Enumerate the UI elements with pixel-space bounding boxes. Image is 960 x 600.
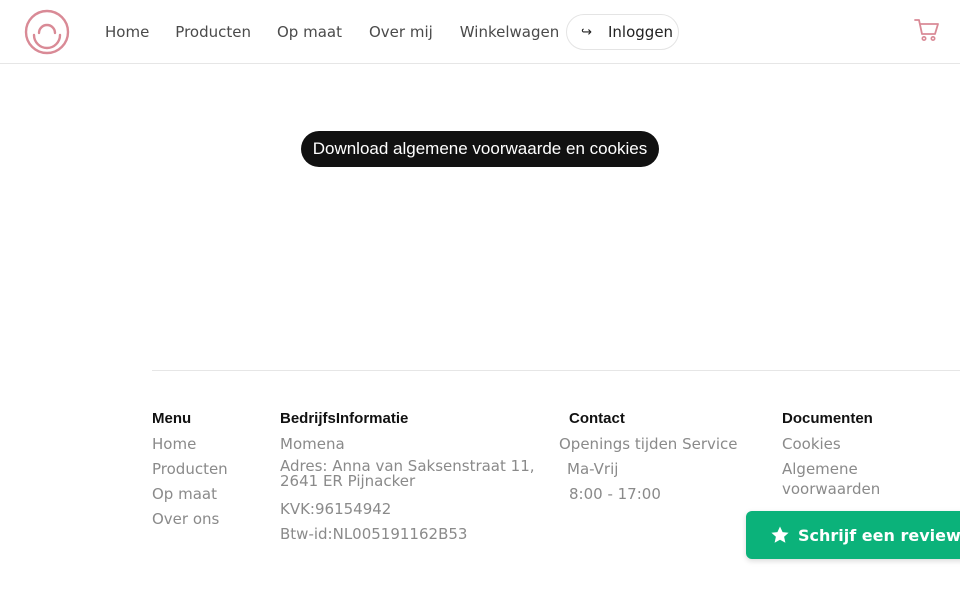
footer-link-cookies[interactable]: Cookies (782, 434, 960, 454)
logo-icon[interactable] (24, 9, 70, 55)
nav-op-maat[interactable]: Op maat (277, 22, 342, 42)
write-review-button[interactable]: Schrijf een review (746, 511, 960, 559)
footer-menu-title: Menu (152, 410, 192, 427)
contact-days: Ma-Vrij (567, 460, 619, 478)
nav-home[interactable]: Home (105, 22, 149, 42)
contact-hours-label: Openings tijden Service (559, 435, 738, 453)
company-btw: Btw-id:NL005191162B53 (280, 525, 468, 543)
login-button[interactable]: ↪ Inloggen (566, 14, 679, 50)
nav-winkelwagen[interactable]: Winkelwagen (460, 22, 559, 42)
main-nav: Home Producten Op maat Over mij Winkelwa… (105, 22, 585, 42)
footer-link-home[interactable]: Home (152, 434, 228, 454)
company-name: Momena (280, 435, 345, 453)
site-header: Home Producten Op maat Over mij Winkelwa… (0, 0, 960, 64)
footer-documents: Documenten Cookies Algemene voorwaarden (782, 410, 960, 504)
download-terms-button[interactable]: Download algemene voorwaarde en cookies (301, 131, 659, 167)
cart-icon[interactable] (914, 18, 940, 42)
footer-divider (152, 370, 960, 371)
login-icon: ↪ (581, 24, 592, 40)
contact-hours: 8:00 - 17:00 (569, 485, 661, 503)
nav-over-mij[interactable]: Over mij (369, 22, 433, 42)
footer-link-over-ons[interactable]: Over ons (152, 509, 228, 529)
login-label: Inloggen (608, 23, 674, 41)
footer-company: BedrijfsInformatie Momena Adres: Anna va… (280, 410, 535, 549)
footer-contact: Contact Openings tijden Service Ma-Vrij … (559, 410, 738, 509)
nav-producten[interactable]: Producten (175, 22, 251, 42)
star-icon (771, 526, 789, 543)
footer-contact-title: Contact (569, 410, 625, 427)
footer-company-title: BedrijfsInformatie (280, 410, 409, 427)
review-label: Schrijf een review (798, 525, 960, 545)
footer-link-algemene-voorwaarden[interactable]: Algemene voorwaarden (782, 459, 960, 499)
company-kvk: KVK:96154942 (280, 500, 392, 518)
company-address: Adres: Anna van Saksenstraat 11, 2641 ER… (280, 459, 535, 489)
footer-link-op-maat[interactable]: Op maat (152, 484, 228, 504)
address-line-2: 2641 ER Pijnacker (280, 472, 416, 490)
footer-menu: Menu Home Producten Op maat Over ons (152, 410, 228, 534)
footer-link-producten[interactable]: Producten (152, 459, 228, 479)
footer-documents-title: Documenten (782, 410, 873, 427)
